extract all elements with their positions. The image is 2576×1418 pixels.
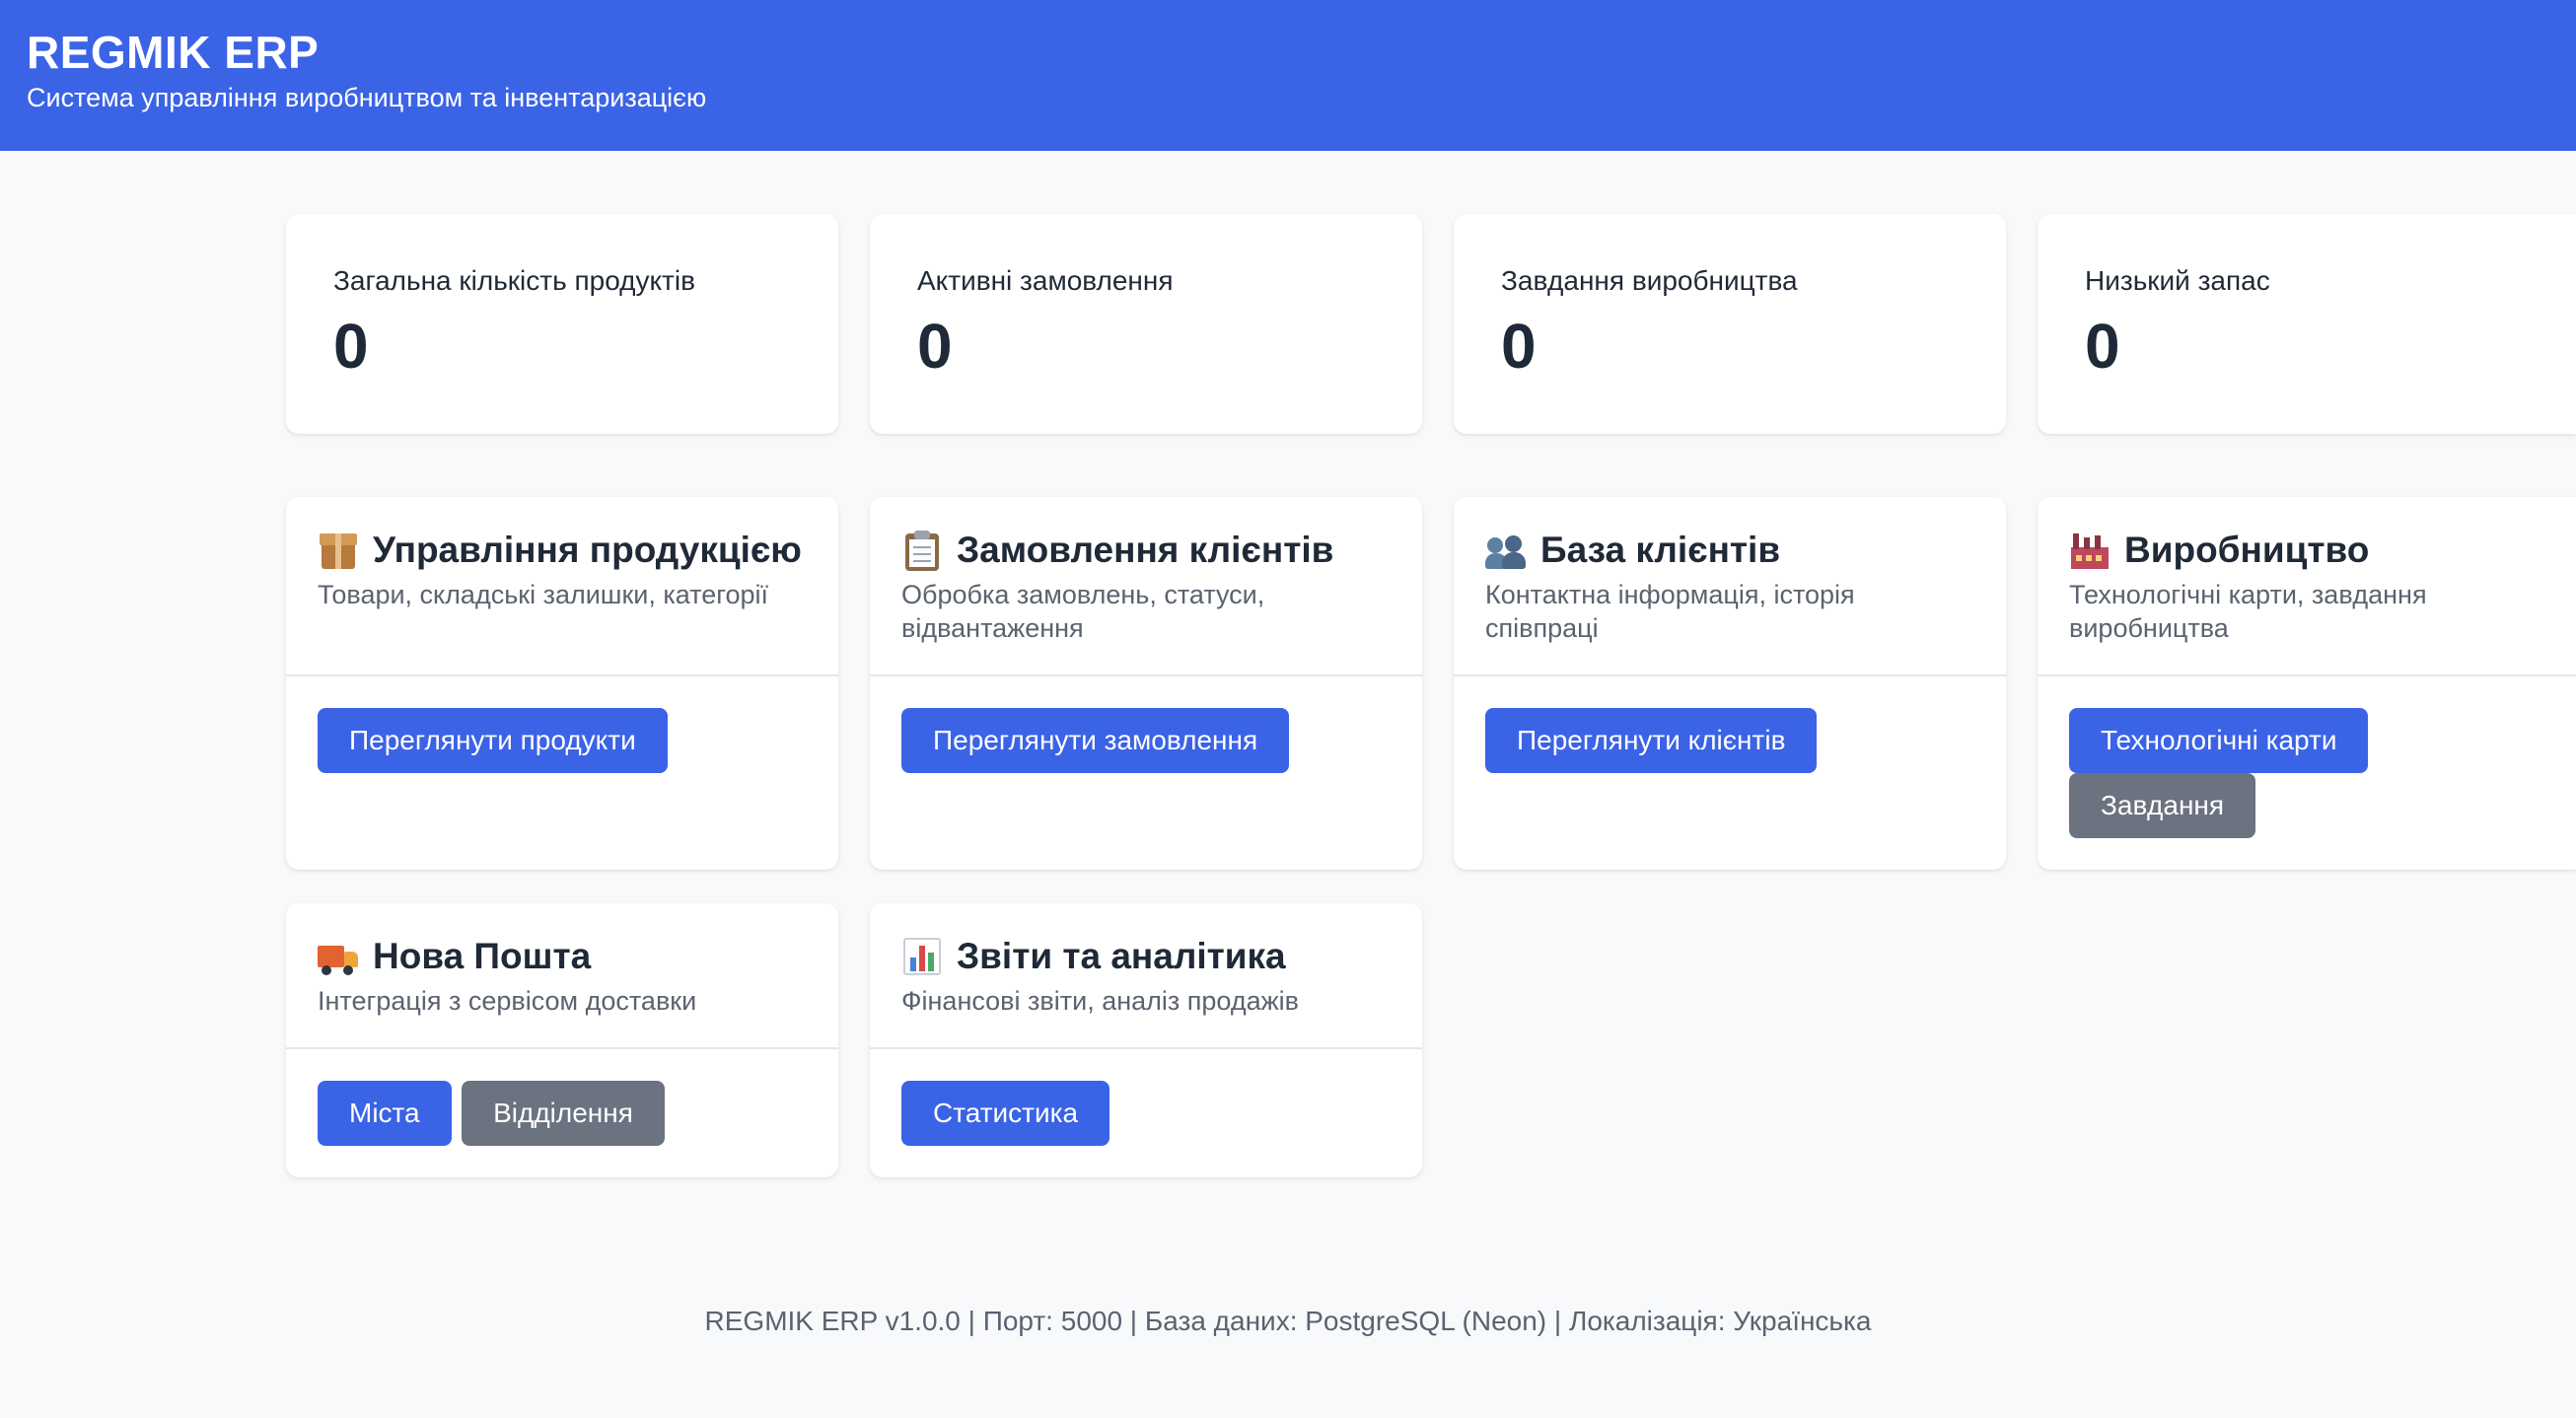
module-title-row: Виробництво [2069,527,2544,574]
module-title-row: Нова Пошта [318,933,807,980]
module-title: База клієнтів [1540,530,1781,570]
module-header: Управління продукцією Товари, складські … [286,497,838,676]
module-description: Інтеграція з сервісом доставки [318,986,697,1016]
module-title: Управління продукцією [373,530,802,570]
module-header: Виробництво Технологічні карти, завдання… [2038,497,2576,676]
view-clients-button[interactable]: Переглянути клієнтів [1485,708,1818,773]
cities-button[interactable]: Міста [318,1081,452,1146]
stat-value: 0 [333,311,369,382]
stat-label: Низький запас [2085,265,2270,296]
module-header: База клієнтів Контактна інформація, істо… [1454,497,2006,676]
statistics-button[interactable]: Статистика [901,1081,1110,1146]
people-icon [1485,530,1527,571]
module-card-production: Виробництво Технологічні карти, завдання… [2038,497,2576,870]
module-actions: Переглянути продукти [286,676,838,773]
app-header: REGMIK ERP Система управління виробництв… [0,0,2576,151]
tech-cards-button[interactable]: Технологічні карти [2069,708,2369,773]
stat-card-total-products: Загальна кількість продуктів 0 [286,214,838,434]
stat-value: 0 [2085,311,2120,382]
module-title: Нова Пошта [373,936,592,976]
branches-button[interactable]: Відділення [462,1081,665,1146]
module-title: Замовлення клієнтів [957,530,1334,570]
bar-chart-icon [901,936,943,977]
module-title: Звіти та аналітика [957,936,1286,976]
stat-label: Загальна кількість продуктів [333,265,695,296]
module-actions: Технологічні карти Завдання [2038,676,2412,838]
module-title: Виробництво [2124,530,2370,570]
module-card-reports: Звіти та аналітика Фінансові звіти, анал… [870,903,1422,1177]
module-header: Замовлення клієнтів Обробка замовлень, с… [870,497,1422,676]
module-title-row: Замовлення клієнтів [901,527,1391,574]
module-description: Обробка замовлень, статуси, відвантаженн… [901,580,1265,643]
module-title-row: База клієнтів [1485,527,1974,574]
stat-card-low-stock: Низький запас 0 [2038,214,2576,434]
view-products-button[interactable]: Переглянути продукти [318,708,668,773]
module-description: Фінансові звіти, аналіз продажів [901,986,1300,1016]
factory-icon [2069,530,2111,571]
module-title-row: Управління продукцією [318,527,807,574]
stat-value: 0 [1501,311,1537,382]
view-orders-button[interactable]: Переглянути замовлення [901,708,1290,773]
app-title: REGMIK ERP [27,27,320,78]
module-actions: Переглянути клієнтів [1454,676,2006,773]
package-icon [318,530,359,571]
module-header: Звіти та аналітика Фінансові звіти, анал… [870,903,1422,1049]
clipboard-icon [901,530,943,571]
delivery-truck-icon [318,936,359,977]
app-subtitle: Система управління виробництвом та інвен… [27,83,707,112]
module-description: Товари, складські залишки, категорії [318,580,769,609]
stat-card-active-orders: Активні замовлення 0 [870,214,1422,434]
module-actions: Міста Відділення [286,1049,838,1146]
module-actions: Статистика [870,1049,1422,1146]
module-description: Контактна інформація, історія співпраці [1485,580,1855,643]
footer-info: REGMIK ERP v1.0.0 | Порт: 5000 | База да… [704,1306,1872,1336]
module-card-products: Управління продукцією Товари, складські … [286,497,838,870]
stat-label: Завдання виробництва [1501,265,1798,296]
production-tasks-button[interactable]: Завдання [2069,773,2256,838]
module-actions: Переглянути замовлення [870,676,1422,773]
stat-card-production-tasks: Завдання виробництва 0 [1454,214,2006,434]
module-header: Нова Пошта Інтеграція з сервісом доставк… [286,903,838,1049]
module-description: Технологічні карти, завдання виробництва [2069,580,2427,643]
module-card-clients: База клієнтів Контактна інформація, істо… [1454,497,2006,870]
stat-value: 0 [917,311,953,382]
module-card-nova-poshta: Нова Пошта Інтеграція з сервісом доставк… [286,903,838,1177]
stat-label: Активні замовлення [917,265,1174,296]
module-card-orders: Замовлення клієнтів Обробка замовлень, с… [870,497,1422,870]
module-title-row: Звіти та аналітика [901,933,1391,980]
